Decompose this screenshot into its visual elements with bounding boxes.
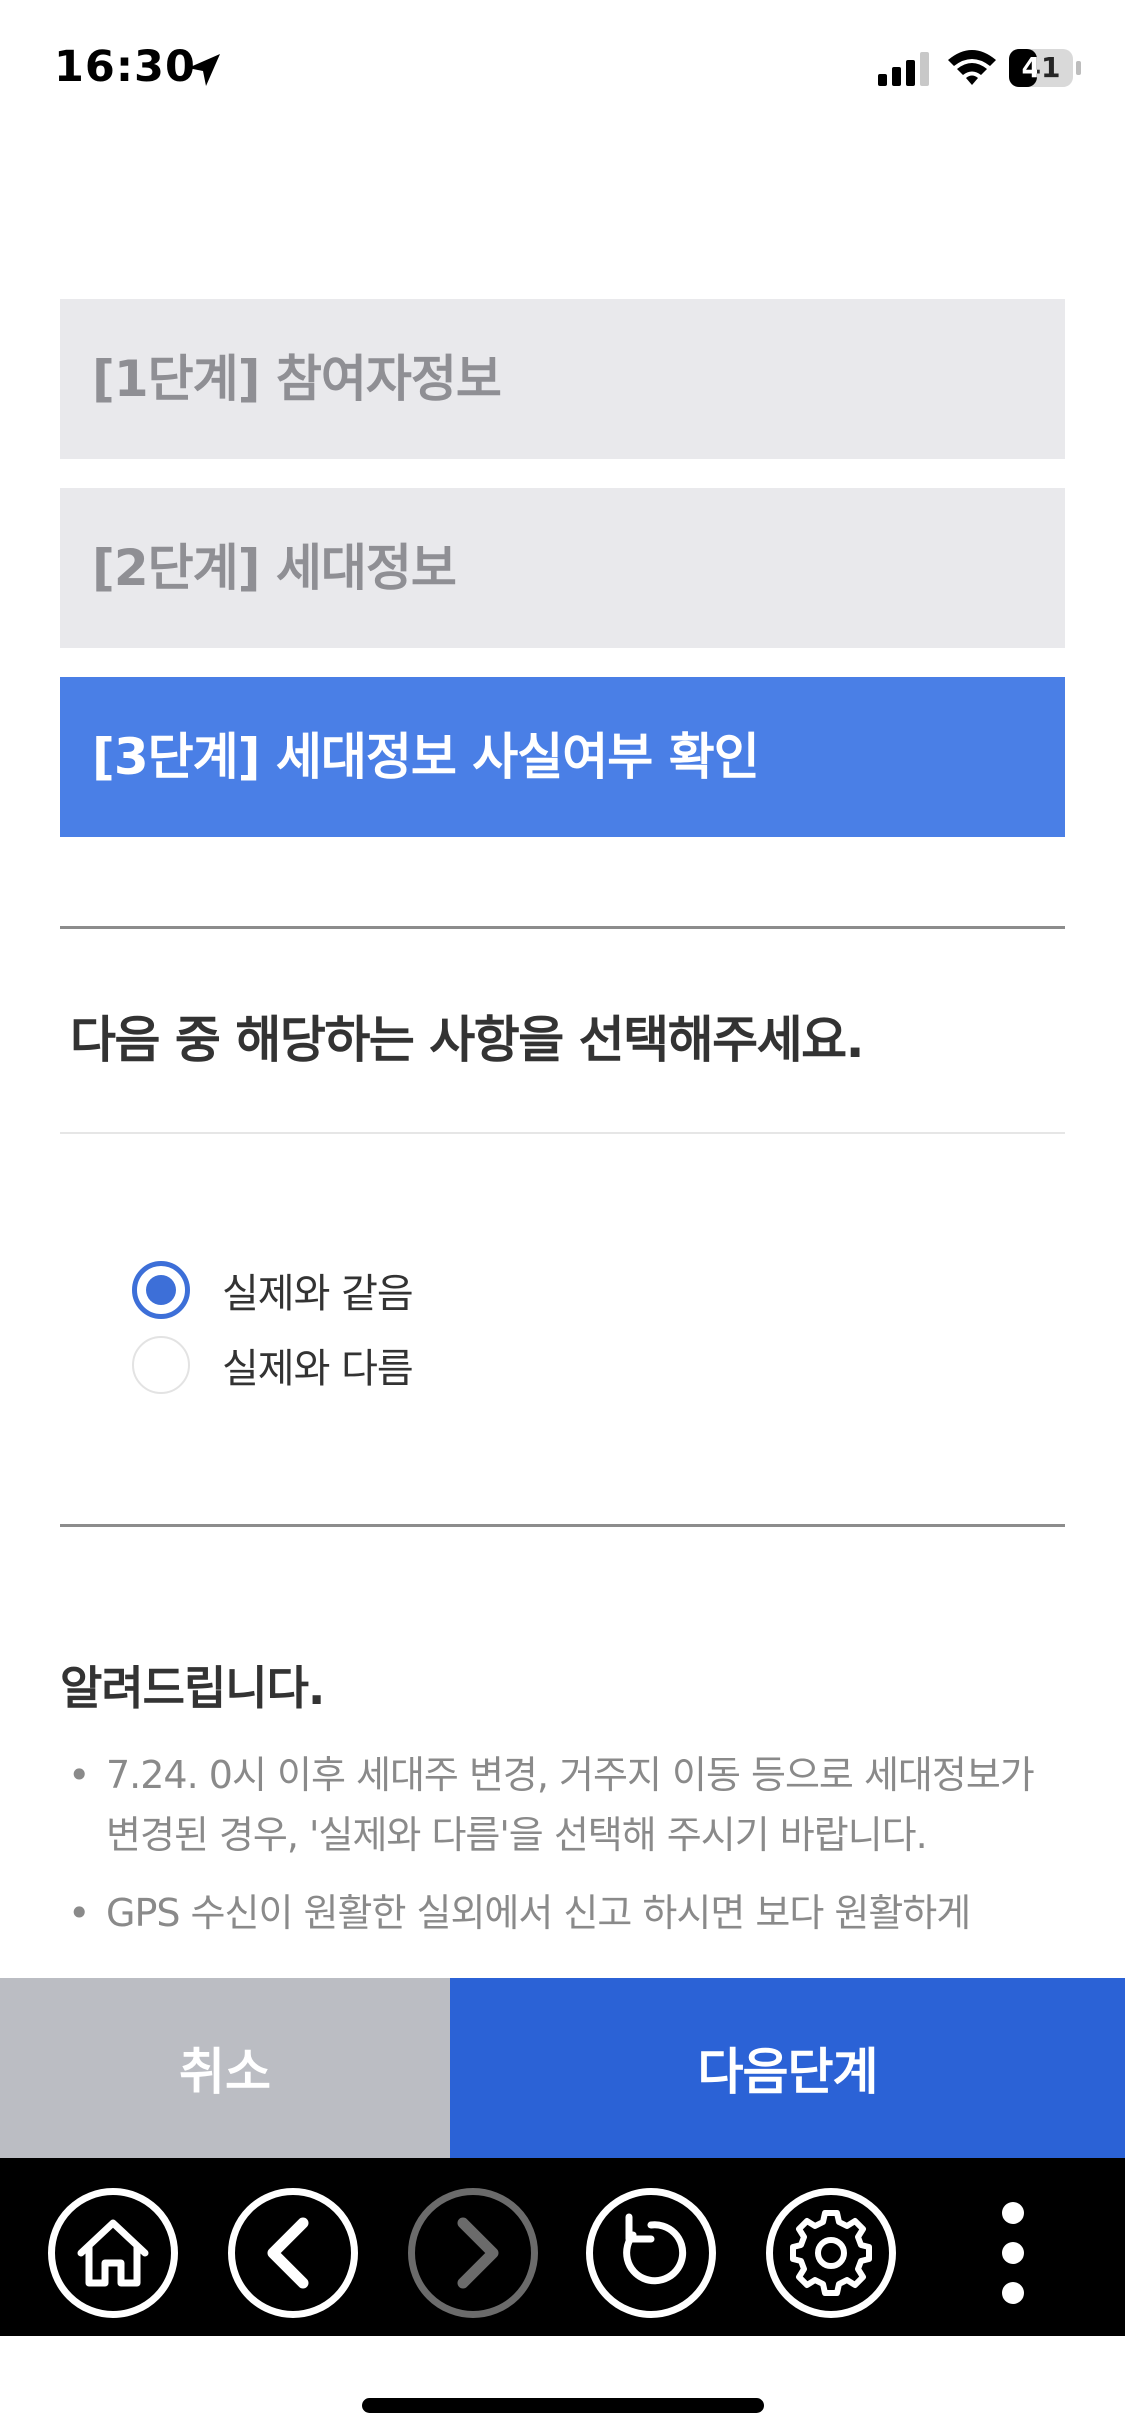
location-arrow-icon bbox=[188, 54, 220, 86]
wifi-icon bbox=[948, 50, 996, 85]
notice-title: 알려드립니다. bbox=[60, 1661, 325, 1715]
next-step-button[interactable]: 다음단계 bbox=[450, 1978, 1125, 2158]
reload-icon bbox=[623, 2213, 687, 2285]
more-icon[interactable] bbox=[978, 2198, 1048, 2308]
forward-icon bbox=[457, 2217, 499, 2289]
notice-text: 7.24. 0시 이후 세대주 변경, 거주지 이동 등으로 세대정보가 변경된… bbox=[106, 1753, 1035, 1857]
status-bar: 16:30 41 bbox=[0, 0, 1125, 140]
option-different-from-actual[interactable]: 실제와 다름 bbox=[132, 1333, 414, 1397]
reload-button[interactable] bbox=[586, 2188, 716, 2318]
cancel-button[interactable]: 취소 bbox=[0, 1978, 450, 2158]
settings-button[interactable] bbox=[766, 2188, 896, 2318]
radio-button-checked[interactable] bbox=[132, 1261, 190, 1319]
notice-item: • GPS 수신이 원활한 실외에서 신고 하시면 보다 원활하게 bbox=[60, 1883, 1065, 1943]
question-title: 다음 중 해당하는 사항을 선택해주세요. bbox=[70, 1011, 865, 1069]
back-icon bbox=[267, 2217, 309, 2289]
option-same-as-actual[interactable]: 실제와 같음 bbox=[132, 1258, 414, 1322]
notice-list: • 7.24. 0시 이후 세대주 변경, 거주지 이동 등으로 세대정보가 변… bbox=[60, 1745, 1065, 1961]
signal-icon bbox=[878, 52, 929, 86]
battery-level: 41 bbox=[1021, 51, 1061, 84]
home-indicator[interactable] bbox=[362, 2398, 764, 2413]
option-label: 실제와 같음 bbox=[222, 1271, 414, 1317]
step-3-household-verification[interactable]: [3단계] 세대정보 사실여부 확인 bbox=[60, 677, 1065, 837]
radio-button-unchecked[interactable] bbox=[132, 1336, 190, 1394]
back-button[interactable] bbox=[228, 2188, 358, 2318]
bullet: • bbox=[68, 1891, 90, 1935]
question-divider bbox=[60, 1132, 1065, 1134]
step-1-participant-info[interactable]: [1단계] 참여자정보 bbox=[60, 299, 1065, 459]
bullet: • bbox=[68, 1753, 90, 1797]
options-divider bbox=[60, 1524, 1065, 1527]
notice-item: • 7.24. 0시 이후 세대주 변경, 거주지 이동 등으로 세대정보가 변… bbox=[60, 1745, 1065, 1865]
step-2-household-info[interactable]: [2단계] 세대정보 bbox=[60, 488, 1065, 648]
home-button[interactable] bbox=[48, 2188, 178, 2318]
forward-button[interactable] bbox=[408, 2188, 538, 2318]
notice-text: GPS 수신이 원활한 실외에서 신고 하시면 보다 원활하게 bbox=[106, 1891, 971, 1935]
browser-toolbar bbox=[0, 2158, 1125, 2336]
option-label: 실제와 다름 bbox=[222, 1346, 414, 1392]
home-icon bbox=[77, 2219, 149, 2287]
settings-icon bbox=[790, 2210, 872, 2296]
section-divider bbox=[60, 926, 1065, 929]
status-time: 16:30 bbox=[54, 42, 196, 92]
